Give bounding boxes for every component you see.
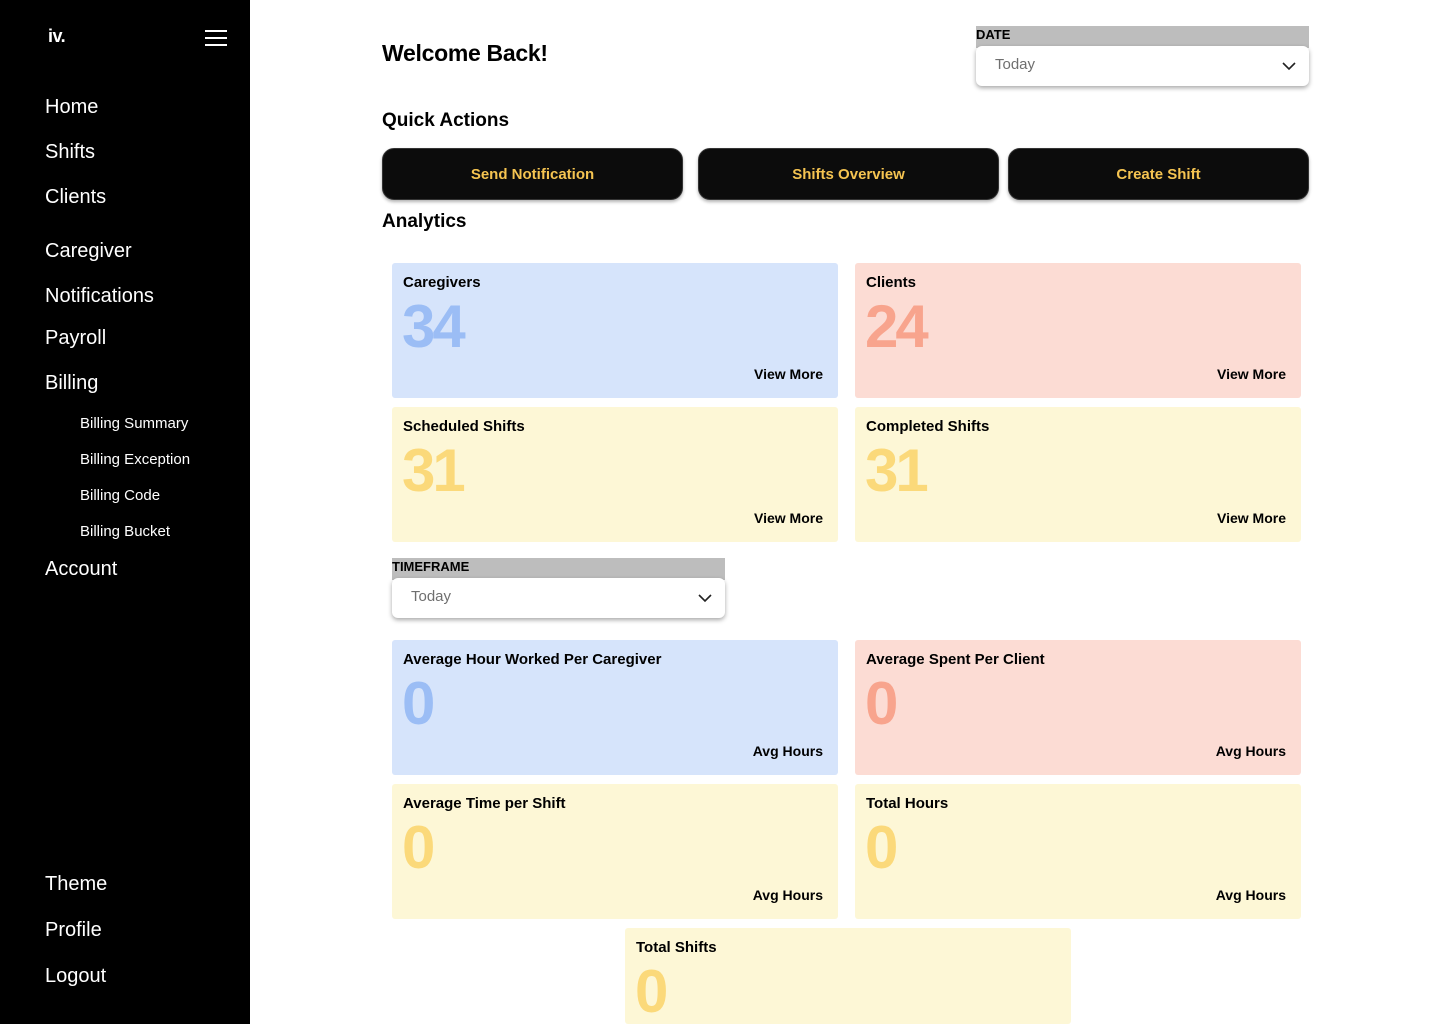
card-title: Total Hours (866, 795, 949, 812)
card-value: 24 (865, 293, 929, 360)
card-value: 0 (635, 958, 668, 1024)
date-select-box[interactable]: Today (976, 46, 1309, 86)
sidebar-item-billing[interactable]: Billing (45, 372, 98, 395)
card-unit: Avg Hours (1215, 743, 1286, 759)
sidebar-item-home[interactable]: Home (45, 96, 98, 119)
shifts-overview-button[interactable]: Shifts Overview (698, 148, 999, 200)
date-select-value: Today (995, 56, 1036, 73)
timeframe-select-value: Today (411, 588, 452, 605)
sidebar-subitem-billing-exception[interactable]: Billing Exception (80, 451, 190, 468)
card-value: 0 (402, 814, 435, 881)
chevron-down-icon (698, 594, 712, 603)
date-select-label: DATE (976, 26, 1309, 48)
sidebar-item-logout[interactable]: Logout (45, 965, 106, 988)
app-root: iv. Home Shifts Clients Caregiver Notifi… (0, 0, 1440, 1024)
send-notification-button[interactable]: Send Notification (382, 148, 683, 200)
sidebar-item-profile[interactable]: Profile (45, 919, 102, 942)
card-value: 0 (402, 670, 435, 737)
avg-time-per-shift-card: Average Time per Shift 0 Avg Hours (392, 784, 838, 919)
sidebar-subitem-billing-code[interactable]: Billing Code (80, 487, 160, 504)
sidebar-subitem-billing-bucket[interactable]: Billing Bucket (80, 523, 170, 540)
card-value: 31 (865, 437, 929, 504)
card-title: Clients (866, 274, 917, 291)
view-more-link[interactable]: View More (1217, 510, 1286, 526)
create-shift-button[interactable]: Create Shift (1008, 148, 1309, 200)
caregivers-card: Caregivers 34 View More (392, 263, 838, 398)
card-title: Average Time per Shift (403, 795, 566, 812)
total-shifts-card: Total Shifts 0 (625, 928, 1071, 1024)
view-more-link[interactable]: View More (754, 366, 823, 382)
completed-shifts-card: Completed Shifts 31 View More (855, 407, 1301, 542)
timeframe-select-label: TIMEFRAME (392, 558, 725, 580)
quick-actions-title: Quick Actions (382, 110, 510, 131)
avg-hour-per-caregiver-card: Average Hour Worked Per Caregiver 0 Avg … (392, 640, 838, 775)
card-title: Completed Shifts (866, 418, 990, 435)
timeframe-select[interactable]: TIMEFRAME Today (392, 558, 725, 620)
clients-card: Clients 24 View More (855, 263, 1301, 398)
card-value: 34 (402, 293, 466, 360)
analytics-title: Analytics (382, 211, 467, 232)
sidebar-item-notifications[interactable]: Notifications (45, 285, 154, 308)
hamburger-menu-icon[interactable] (205, 30, 227, 46)
card-title: Scheduled Shifts (403, 418, 525, 435)
sidebar-item-account[interactable]: Account (45, 558, 117, 581)
date-select[interactable]: DATE Today (976, 26, 1309, 88)
timeframe-select-box[interactable]: Today (392, 578, 725, 618)
sidebar-item-theme[interactable]: Theme (45, 873, 107, 896)
card-unit: Avg Hours (752, 887, 823, 903)
view-more-link[interactable]: View More (1217, 366, 1286, 382)
scheduled-shifts-card: Scheduled Shifts 31 View More (392, 407, 838, 542)
sidebar-subitem-billing-summary[interactable]: Billing Summary (80, 415, 188, 432)
card-value: 0 (865, 814, 898, 881)
total-hours-card: Total Hours 0 Avg Hours (855, 784, 1301, 919)
avg-spent-per-client-card: Average Spent Per Client 0 Avg Hours (855, 640, 1301, 775)
card-title: Average Spent Per Client (866, 651, 1045, 668)
card-unit: Avg Hours (752, 743, 823, 759)
view-more-link[interactable]: View More (754, 510, 823, 526)
card-unit: Avg Hours (1215, 887, 1286, 903)
app-logo[interactable]: iv. (48, 26, 66, 47)
sidebar-item-clients[interactable]: Clients (45, 186, 106, 209)
card-value: 0 (865, 670, 898, 737)
card-title: Average Hour Worked Per Caregiver (403, 651, 662, 668)
sidebar: iv. Home Shifts Clients Caregiver Notifi… (0, 0, 250, 1024)
card-title: Total Shifts (636, 939, 717, 956)
card-title: Caregivers (403, 274, 481, 291)
sidebar-item-caregiver[interactable]: Caregiver (45, 240, 132, 263)
card-value: 31 (402, 437, 466, 504)
sidebar-item-shifts[interactable]: Shifts (45, 141, 95, 164)
sidebar-item-payroll[interactable]: Payroll (45, 327, 106, 350)
chevron-down-icon (1282, 62, 1296, 71)
page-title: Welcome Back! (382, 40, 548, 66)
